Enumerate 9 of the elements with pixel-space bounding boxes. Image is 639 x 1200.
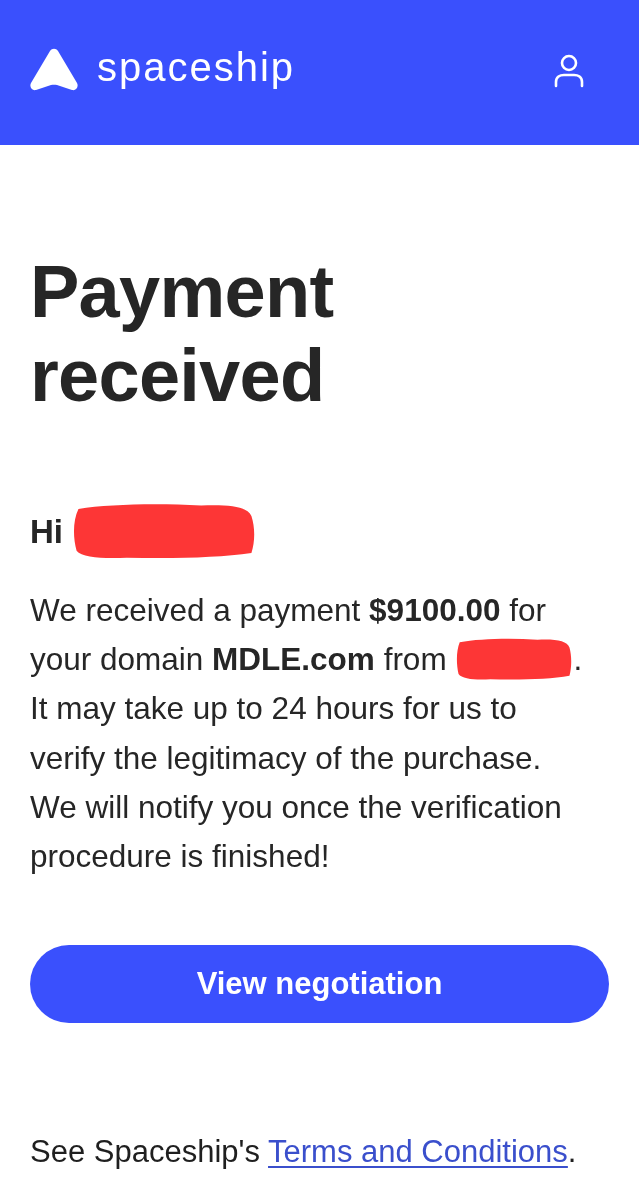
- logo-icon: [30, 48, 78, 91]
- view-negotiation-button[interactable]: View negotiation: [30, 945, 609, 1024]
- terms-link[interactable]: Terms and Conditions: [268, 1134, 568, 1170]
- account-icon[interactable]: [554, 53, 584, 88]
- brand-name: spaceship: [97, 46, 296, 91]
- terms-text: See Spaceship's Terms and Conditions.: [30, 1133, 578, 1172]
- message-text: We received a payment $9100.00 for your domain MDLE.com from . It may take up to 24 hours for us to verify the legitimacy of the purchase. We will notify you once the verification procedure is finished!: [30, 591, 584, 876]
- page-title: Payment received: [30, 250, 335, 418]
- greeting-text: Hi: [30, 514, 63, 548]
